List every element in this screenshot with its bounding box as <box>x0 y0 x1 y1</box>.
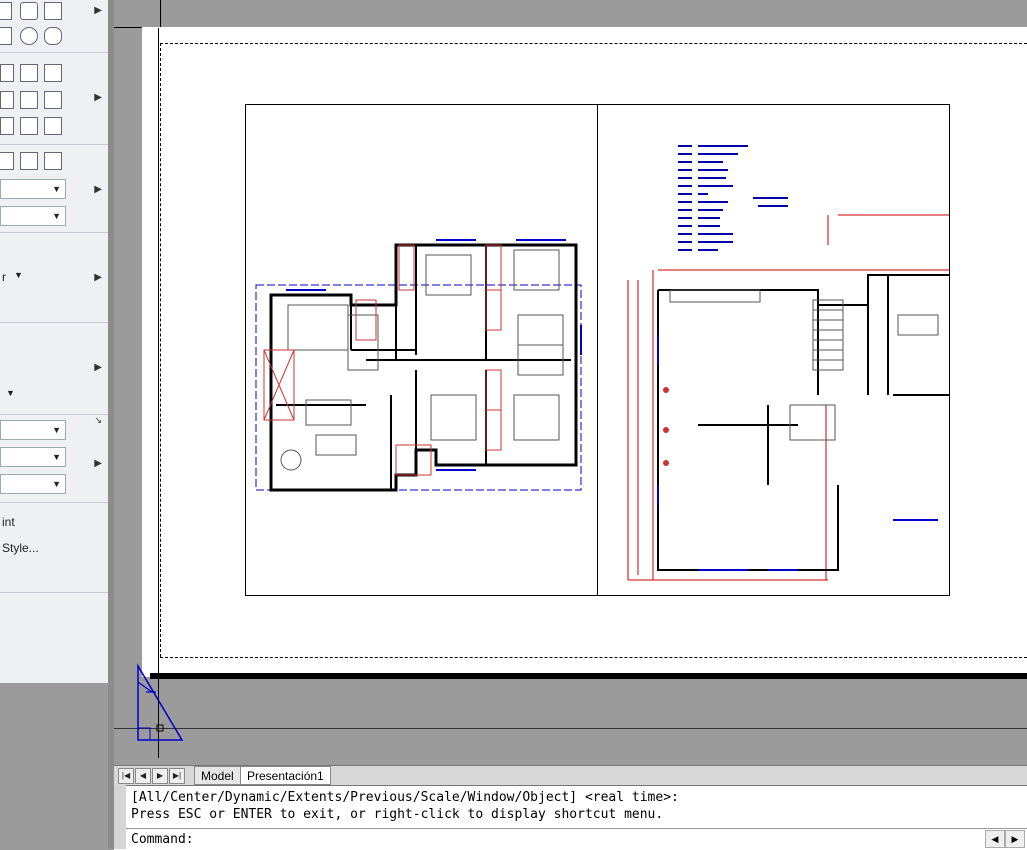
matchprop-icon[interactable] <box>20 117 38 135</box>
floor-plan-left <box>255 239 582 492</box>
stretch-icon[interactable] <box>44 64 62 82</box>
printable-area-top <box>160 43 1027 44</box>
ribbon-section-annotation: r ▼ ▶ <box>0 232 108 323</box>
ucs-icon <box>137 663 184 741</box>
prev-tab-icon[interactable]: ◀ <box>135 768 151 784</box>
command-scroll-controls: ◀ ▶ <box>985 830 1025 848</box>
expand-arrow-icon[interactable]: ▶ <box>94 184 102 195</box>
layer-state-icon[interactable] <box>20 152 38 170</box>
ribbon-section-properties: ▼ ▼ ▼ ↘ ▶ <box>0 414 108 503</box>
kitchen-tiles <box>288 305 348 350</box>
dialog-launcher-icon[interactable]: ↘ <box>94 415 102 426</box>
layer-iso-icon[interactable] <box>44 152 62 170</box>
ribbon-partial-label: r <box>2 270 6 284</box>
expand-arrow-icon[interactable]: ▶ <box>94 5 102 16</box>
chevron-down-icon[interactable]: ▼ <box>6 388 15 398</box>
explode-icon[interactable] <box>44 117 62 135</box>
layer-state-dropdown[interactable]: ▼ <box>0 206 66 226</box>
tool-icon[interactable] <box>0 91 14 109</box>
last-tab-icon[interactable]: ▶| <box>169 768 185 784</box>
layer-icon[interactable] <box>0 152 14 170</box>
expand-arrow-icon[interactable]: ▶ <box>94 458 102 469</box>
command-prompt[interactable]: Command: <box>131 832 194 847</box>
ribbon-section-utilities: int Style... <box>0 502 108 593</box>
erase-icon[interactable] <box>20 64 38 82</box>
mirror-icon[interactable] <box>44 91 62 109</box>
tab-presentacion1[interactable]: Presentación1 <box>240 766 331 785</box>
ribbon-section-modify: ▶ <box>0 52 108 145</box>
table-icon[interactable] <box>0 27 12 45</box>
tool-icon[interactable] <box>0 2 12 20</box>
linetype-dropdown[interactable]: ▼ <box>0 447 66 467</box>
ribbon-partial-label[interactable]: int <box>2 515 15 529</box>
cloud-icon[interactable] <box>44 27 62 45</box>
paper-shadow <box>150 673 1027 679</box>
tool-icon[interactable] <box>0 64 14 82</box>
layer-dropdown[interactable]: ▼ <box>0 179 66 199</box>
expand-arrow-icon[interactable]: ▶ <box>94 362 102 373</box>
printable-area-bottom <box>160 657 1027 658</box>
command-history-line: [All/Center/Dynamic/Extents/Previous/Sca… <box>131 790 679 805</box>
crosshair-line-vertical <box>158 28 159 758</box>
next-tab-icon[interactable]: ▶ <box>152 768 168 784</box>
crosshair-line-horizontal <box>114 728 1027 729</box>
ribbon-panel: ▶ ▶ ▼ ▼ ▶ r ▼ ▶ ▼ ▶ ▼ ▼ ▼ ↘ ▶ int Style. <box>0 0 109 683</box>
boundary-icon[interactable] <box>44 2 62 20</box>
tab-model[interactable]: Model <box>194 766 241 785</box>
ribbon-partial-label[interactable]: Style... <box>2 541 39 555</box>
command-separator <box>126 828 1027 829</box>
expand-arrow-icon[interactable]: ▶ <box>94 272 102 283</box>
ribbon-section-layers: ▼ ▼ ▶ <box>0 144 108 233</box>
printable-area-left <box>160 43 161 657</box>
ribbon-section-draw: ▶ <box>0 0 108 53</box>
region-icon[interactable] <box>20 2 38 20</box>
donut-icon[interactable] <box>20 27 38 45</box>
ribbon-section-block: ▼ ▶ <box>0 322 108 415</box>
first-tab-icon[interactable]: |◀ <box>118 768 134 784</box>
chevron-down-icon[interactable]: ▼ <box>14 270 23 280</box>
lineweight-dropdown[interactable]: ▼ <box>0 474 66 494</box>
command-history-line: Press ESC or ENTER to exit, or right-cli… <box>131 807 664 822</box>
scroll-right-icon[interactable]: ▶ <box>1005 830 1025 848</box>
crosshair-line <box>160 0 161 27</box>
command-window-grip[interactable] <box>114 785 126 849</box>
layout-tab-bar: |◀ ◀ ▶ ▶| Model Presentación1 <box>114 765 1027 786</box>
expand-arrow-icon[interactable]: ▶ <box>94 92 102 103</box>
floor-plan-right <box>627 145 949 581</box>
break-icon[interactable] <box>20 91 38 109</box>
tool-icon[interactable] <box>0 117 14 135</box>
color-dropdown[interactable]: ▼ <box>0 420 66 440</box>
scroll-left-icon[interactable]: ◀ <box>985 830 1005 848</box>
